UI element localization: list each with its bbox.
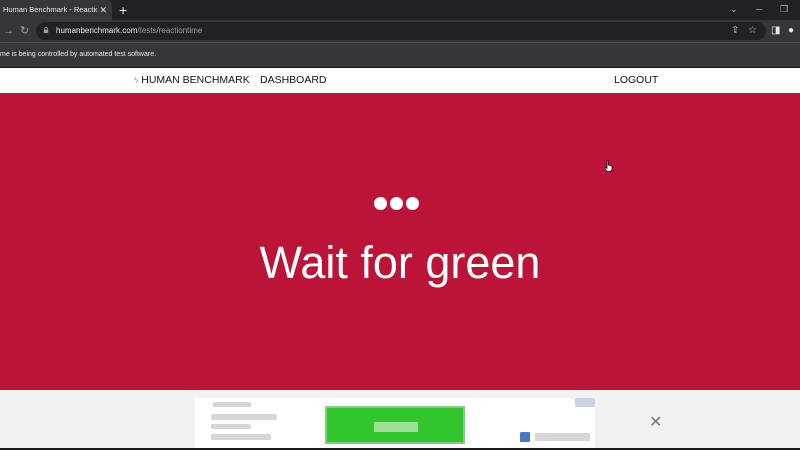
automation-notice: me is being controlled by automated test…	[0, 51, 157, 58]
chevron-down-icon[interactable]: ⌄	[730, 0, 738, 20]
forward-arrow-icon[interactable]: →	[3, 23, 14, 39]
hand-pointer-icon	[604, 160, 613, 172]
dot	[390, 197, 403, 210]
close-icon[interactable]: ✕	[649, 415, 662, 431]
site-navbar: ϟ HUMAN BENCHMARK DASHBOARD LOGOUT	[0, 67, 800, 93]
ad-blurred-logo	[520, 432, 530, 442]
logout-link[interactable]: LOGOUT	[614, 68, 658, 92]
dot	[406, 197, 419, 210]
close-icon[interactable]: ✕	[99, 0, 107, 20]
tab-strip: Human Benchmark - Reaction Ti ✕ + ⌄ ─ ❐	[0, 0, 800, 20]
lightning-bolt-icon: ϟ	[134, 76, 139, 85]
restore-icon[interactable]: ❐	[780, 0, 788, 20]
logo-text: HUMAN BENCHMARK	[141, 74, 250, 86]
home-link[interactable]: ϟ HUMAN BENCHMARK	[134, 68, 250, 93]
tab-human-benchmark[interactable]: Human Benchmark - Reaction Ti ✕	[0, 0, 112, 20]
url-path: /tests/reactiontime	[137, 26, 203, 35]
browser-toolbar: → ↻ humanbenchmark.com/tests/reactiontim…	[0, 20, 800, 42]
minimize-icon[interactable]: ─	[756, 0, 762, 20]
star-icon[interactable]: ☆	[748, 23, 757, 39]
new-tab-icon[interactable]: +	[119, 1, 127, 19]
url-text: humanbenchmark.com/tests/reactiontime	[56, 22, 202, 40]
ad-cta-button[interactable]	[325, 406, 465, 444]
waiting-dots	[374, 197, 420, 211]
ad-blurred-text	[211, 414, 277, 420]
profile-icon[interactable]: ●	[788, 23, 794, 39]
automation-infobar: me is being controlled by automated test…	[0, 42, 800, 67]
ad-blurred-text	[211, 434, 271, 440]
ad-banner[interactable]	[195, 398, 595, 448]
ad-cta-blurred-label	[374, 422, 418, 432]
lock-icon	[43, 27, 49, 33]
tab-title: Human Benchmark - Reaction Ti	[3, 5, 97, 14]
reload-icon[interactable]: ↻	[20, 23, 29, 39]
status-headline: Wait for green	[259, 237, 541, 288]
address-bar[interactable]: humanbenchmark.com/tests/reactiontime ⇪ …	[36, 22, 766, 40]
ad-blurred-text	[213, 402, 251, 407]
sidebar-icon[interactable]: ◨	[771, 23, 780, 39]
ad-blurred-text	[211, 424, 251, 429]
dashboard-link[interactable]: DASHBOARD	[260, 68, 327, 92]
dot	[374, 197, 387, 210]
url-host: humanbenchmark.com	[56, 26, 138, 35]
reaction-test-area[interactable]: Wait for green	[0, 93, 800, 390]
share-icon[interactable]: ⇪	[731, 23, 739, 39]
ad-banner-area: ✕	[0, 390, 800, 450]
ad-blurred-text	[535, 433, 590, 441]
ad-blurred-logo	[575, 398, 595, 407]
